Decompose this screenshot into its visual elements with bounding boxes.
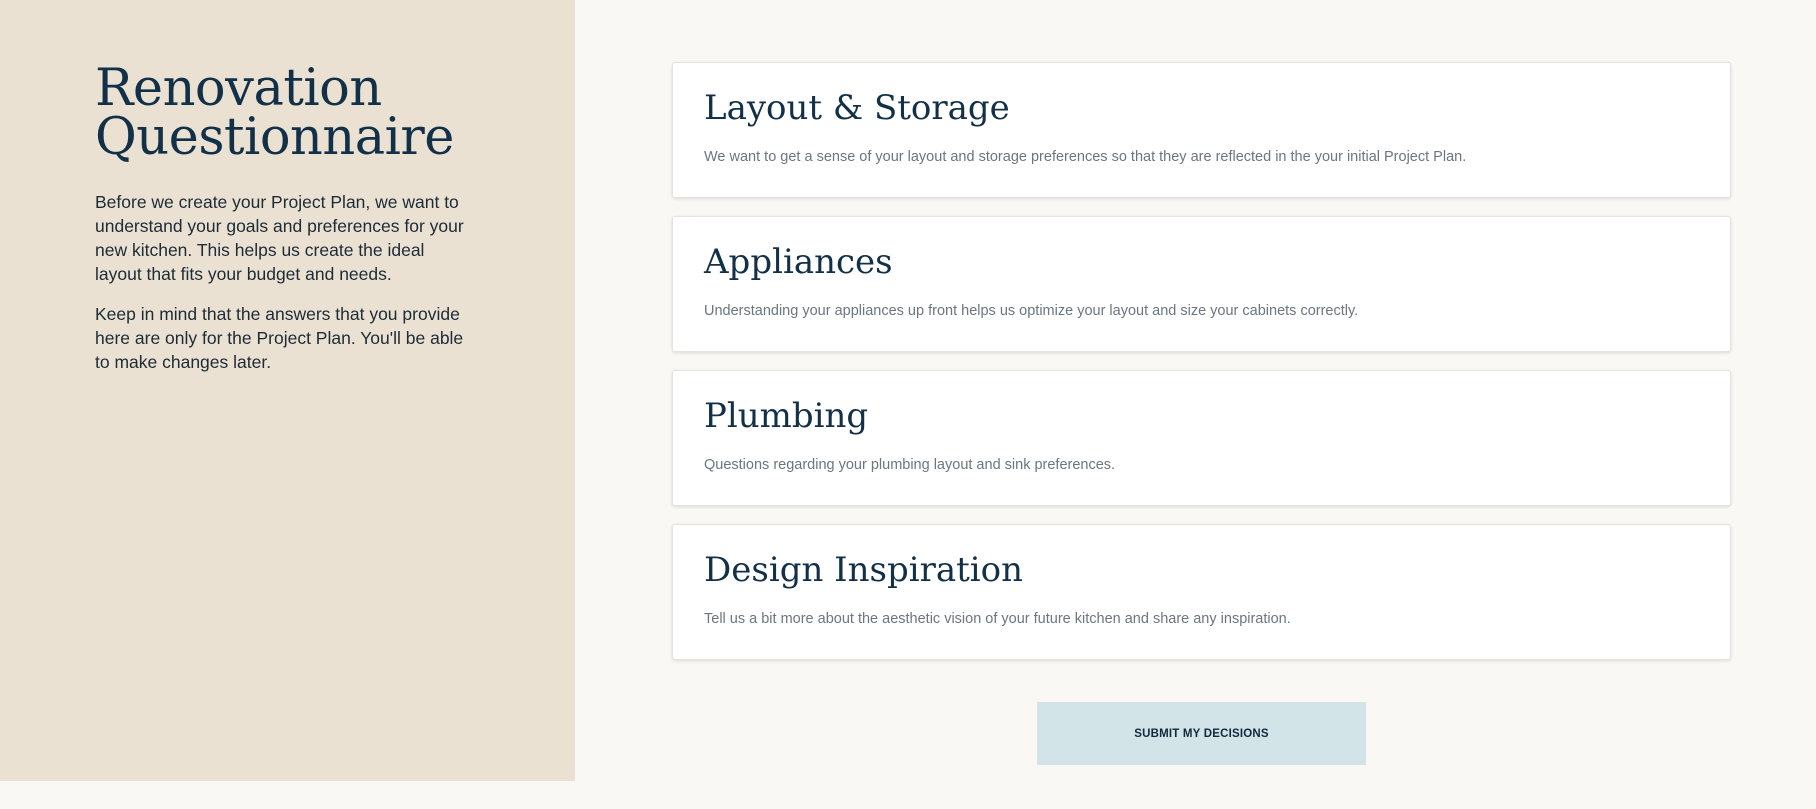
sidebar-panel: Renovation Questionnaire Before we creat… (0, 0, 575, 781)
section-title: Design Inspiration (704, 550, 1024, 590)
section-title: Appliances (704, 242, 893, 282)
section-card-plumbing[interactable]: Plumbing Questions regarding your plumbi… (672, 370, 1731, 506)
section-card-appliances[interactable]: Appliances Understanding your appliances… (672, 216, 1731, 352)
section-description: Tell us a bit more about the aesthetic v… (704, 611, 1291, 627)
section-card-design-inspiration[interactable]: Design Inspiration Tell us a bit more ab… (672, 524, 1731, 660)
intro-paragraph: Before we create your Project Plan, we w… (95, 192, 464, 284)
submit-decisions-button[interactable]: SUBMIT MY DECISIONS (1037, 702, 1366, 765)
section-description: We want to get a sense of your layout an… (704, 149, 1467, 165)
section-title: Layout & Storage (704, 88, 1010, 128)
section-title: Plumbing (704, 396, 869, 436)
section-description: Questions regarding your plumbing layout… (704, 457, 1116, 473)
section-card-layout-storage[interactable]: Layout & Storage We want to get a sense … (672, 62, 1731, 198)
section-description: Understanding your appliances up front h… (704, 303, 1359, 319)
intro-note-paragraph: Keep in mind that the answers that you p… (95, 304, 464, 372)
page-title: Renovation Questionnaire (95, 59, 455, 167)
